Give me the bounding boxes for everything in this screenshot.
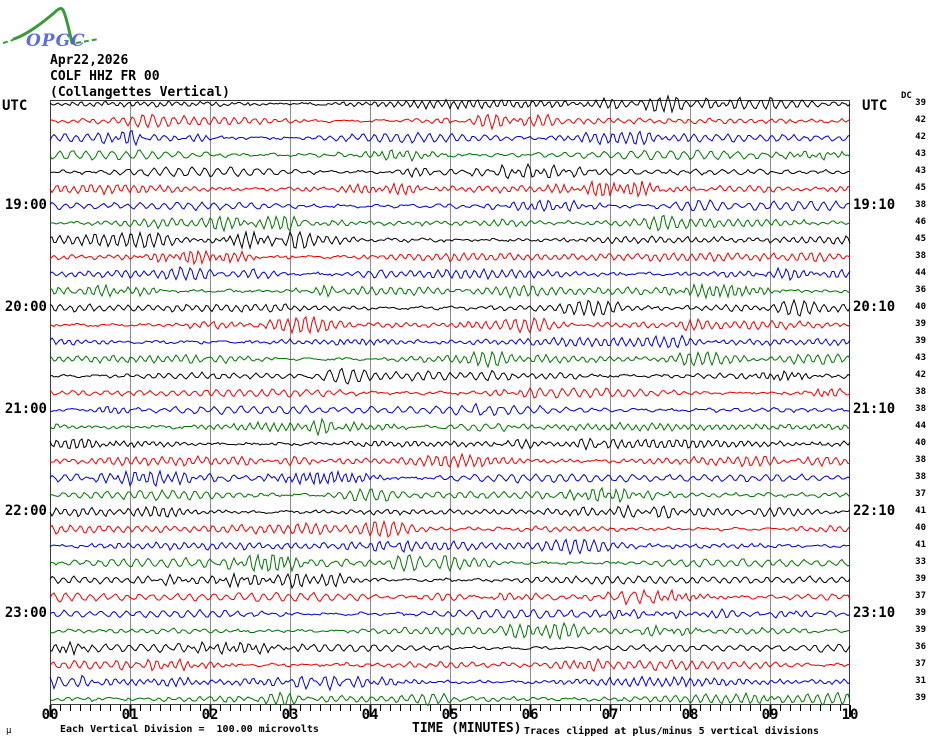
- dc-offset-value: 39: [915, 574, 926, 584]
- right-hour-label: 20:10: [853, 299, 896, 315]
- dc-offset-value: 33: [915, 557, 926, 567]
- left-hour-label: 19:00: [4, 197, 47, 213]
- x-axis-title: TIME (MINUTES): [412, 721, 522, 736]
- helicorder-page: OPGC Apr22,2026 COLF HHZ FR 00 (Collange…: [0, 0, 930, 744]
- left-hour-label: 22:00: [4, 503, 47, 519]
- dc-offset-value: 44: [915, 268, 926, 278]
- dc-offset-value: 38: [915, 387, 926, 397]
- scale-note: Each Vertical Division = 100.00 microvol…: [60, 724, 319, 735]
- x-tick-label: 00: [41, 707, 59, 723]
- x-tick-label: 09: [761, 707, 779, 723]
- clip-note: Traces clipped at plus/minus 5 vertical …: [524, 726, 820, 737]
- dc-offset-value: 41: [915, 540, 926, 550]
- dc-offset-value: 42: [915, 370, 926, 380]
- x-tick-label: 03: [281, 707, 299, 723]
- dc-offset-value: 38: [915, 200, 926, 210]
- x-tick-label: 04: [361, 707, 379, 723]
- dc-offset-value: 40: [915, 438, 926, 448]
- x-tick-label: 02: [201, 707, 219, 723]
- dc-offset-value: 36: [915, 285, 926, 295]
- dc-offset-value: 43: [915, 149, 926, 159]
- left-hour-label: 21:00: [4, 401, 47, 417]
- x-tick-label: 10: [841, 707, 859, 723]
- dc-offset-value: 39: [915, 98, 926, 108]
- dc-offset-value: 31: [915, 676, 926, 686]
- right-hour-label: 19:10: [853, 197, 896, 213]
- logo-text: OPGC: [26, 31, 86, 50]
- dc-offset-value: 45: [915, 234, 926, 244]
- dc-offset-value: 43: [915, 166, 926, 176]
- dc-offset-value: 38: [915, 455, 926, 465]
- seismogram-plot: [49, 94, 851, 717]
- dc-offset-value: 39: [915, 319, 926, 329]
- header-date: Apr22,2026: [50, 53, 129, 68]
- dc-offset-value: 42: [915, 132, 926, 142]
- x-tick-label: 08: [681, 707, 699, 723]
- dc-offset-value: 40: [915, 302, 926, 312]
- right-hour-label: 21:10: [853, 401, 896, 417]
- dc-offset-value: 37: [915, 659, 926, 669]
- dc-offset-value: 45: [915, 183, 926, 193]
- dc-offset-value: 37: [915, 591, 926, 601]
- opgc-logo: OPGC: [2, 7, 100, 50]
- x-tick-label: 07: [601, 707, 619, 723]
- dc-offset-value: 46: [915, 217, 926, 227]
- left-hour-label: 20:00: [4, 299, 47, 315]
- utc-left-label: UTC: [2, 98, 28, 114]
- dc-offset-value: 38: [915, 404, 926, 414]
- left-hour-label: 23:00: [4, 605, 47, 621]
- dc-offset-value: 43: [915, 353, 926, 363]
- utc-right-label: UTC: [862, 98, 888, 114]
- dc-offset-value: 40: [915, 523, 926, 533]
- dc-offset-value: 44: [915, 421, 926, 431]
- dc-offset-value: 38: [915, 251, 926, 261]
- dc-offset-value: 39: [915, 693, 926, 703]
- x-tick-label: 01: [121, 707, 139, 723]
- logo-dash-left: [2, 39, 14, 44]
- dc-offset-value: 41: [915, 506, 926, 516]
- dc-offset-value: 39: [915, 336, 926, 346]
- mu-glyph: µ: [6, 726, 12, 736]
- dc-offset-value: 39: [915, 625, 926, 635]
- header-channel-description: (Collangettes Vertical): [50, 85, 231, 100]
- dc-offset-value: 42: [915, 115, 926, 125]
- dc-offset-value: 38: [915, 472, 926, 482]
- header-station: COLF HHZ FR 00: [50, 69, 160, 84]
- right-hour-label: 23:10: [853, 605, 896, 621]
- dc-offset-value: 39: [915, 608, 926, 618]
- right-hour-label: 22:10: [853, 503, 896, 519]
- dc-offset-value: 36: [915, 642, 926, 652]
- dc-offset-value: 37: [915, 489, 926, 499]
